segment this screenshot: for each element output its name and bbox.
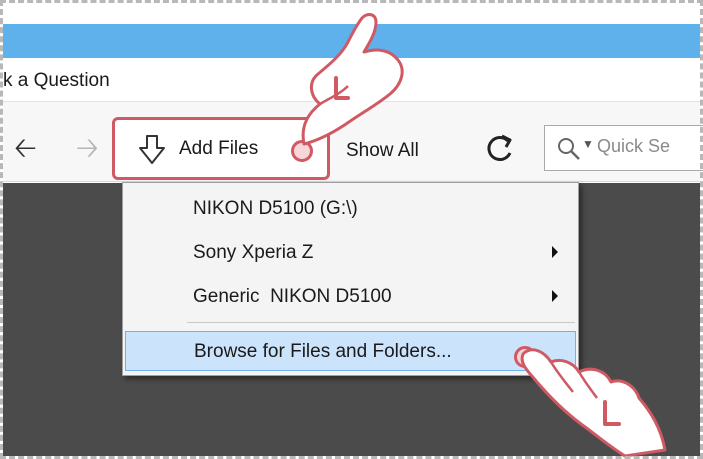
menu-item-sony-xperia[interactable]: Sony Xperia Z	[125, 233, 576, 273]
search-options-caret-icon[interactable]: ▼	[582, 137, 594, 151]
menu-item-label: NIKON D5100 (G:\)	[193, 198, 358, 219]
refresh-icon[interactable]	[482, 132, 516, 166]
quick-search-box[interactable]: ▼	[544, 125, 703, 171]
back-arrow-icon[interactable]: 🡠	[14, 134, 37, 162]
forward-arrow-icon[interactable]: 🡢	[76, 134, 99, 162]
menu-item-label: Browse for Files and Folders...	[194, 341, 452, 362]
quick-search-input[interactable]	[597, 136, 703, 157]
menu-item-ask-question[interactable]: k a Question	[3, 70, 110, 92]
tap-hand-icon	[520, 348, 667, 458]
submenu-arrow-icon	[552, 246, 558, 258]
menu-item-label: Generic NIKON D5100	[193, 286, 392, 307]
tap-hand-icon	[301, 13, 404, 146]
add-files-label: Add Files	[179, 138, 259, 159]
menu-item-label: Sony Xperia Z	[193, 242, 314, 263]
submenu-arrow-icon	[552, 290, 558, 302]
menu-separator	[187, 322, 575, 323]
down-arrow-icon	[139, 135, 165, 164]
menu-item-generic-nikon[interactable]: Generic NIKON D5100	[125, 277, 576, 317]
search-icon	[558, 138, 580, 160]
menu-item-nikon-drive[interactable]: NIKON D5100 (G:\)	[125, 189, 576, 229]
